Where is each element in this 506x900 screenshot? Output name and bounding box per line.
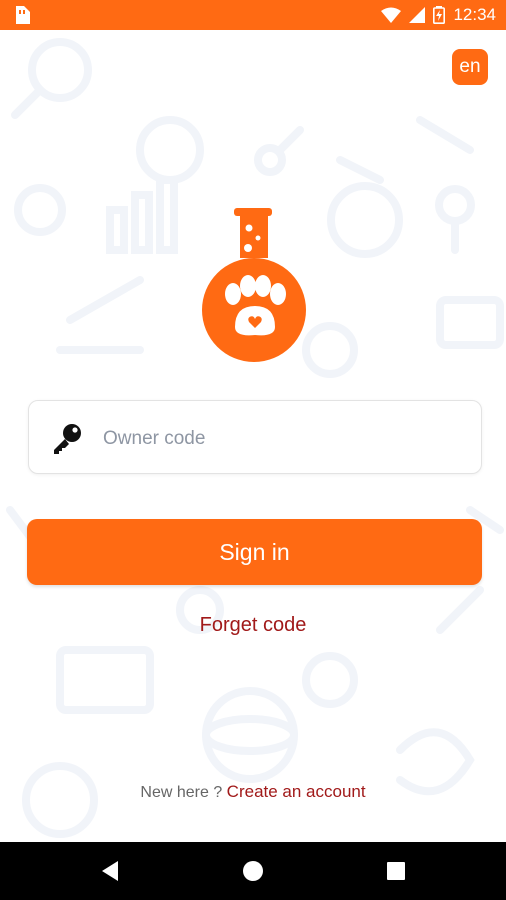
navigation-bar bbox=[0, 842, 506, 900]
key-icon bbox=[54, 424, 81, 454]
signal-icon bbox=[409, 7, 426, 23]
signup-prompt: New here ? Create an account bbox=[0, 782, 506, 802]
language-button[interactable]: en bbox=[452, 49, 488, 85]
sim-card-icon bbox=[16, 6, 30, 24]
create-account-link[interactable]: Create an account bbox=[227, 782, 366, 801]
status-bar: 12:34 bbox=[0, 0, 506, 30]
clock: 12:34 bbox=[453, 5, 496, 24]
new-here-text: New here ? bbox=[140, 784, 223, 801]
forget-code-link[interactable]: Forget code bbox=[0, 614, 506, 637]
recents-icon[interactable] bbox=[384, 859, 408, 883]
wifi-icon bbox=[381, 7, 402, 23]
back-icon[interactable] bbox=[98, 859, 122, 883]
sign-in-button[interactable]: Sign in bbox=[27, 519, 482, 585]
home-icon[interactable] bbox=[241, 859, 265, 883]
owner-code-field[interactable] bbox=[28, 400, 482, 474]
app-logo bbox=[202, 208, 306, 362]
battery-icon bbox=[433, 6, 446, 24]
owner-code-input[interactable] bbox=[101, 419, 465, 459]
